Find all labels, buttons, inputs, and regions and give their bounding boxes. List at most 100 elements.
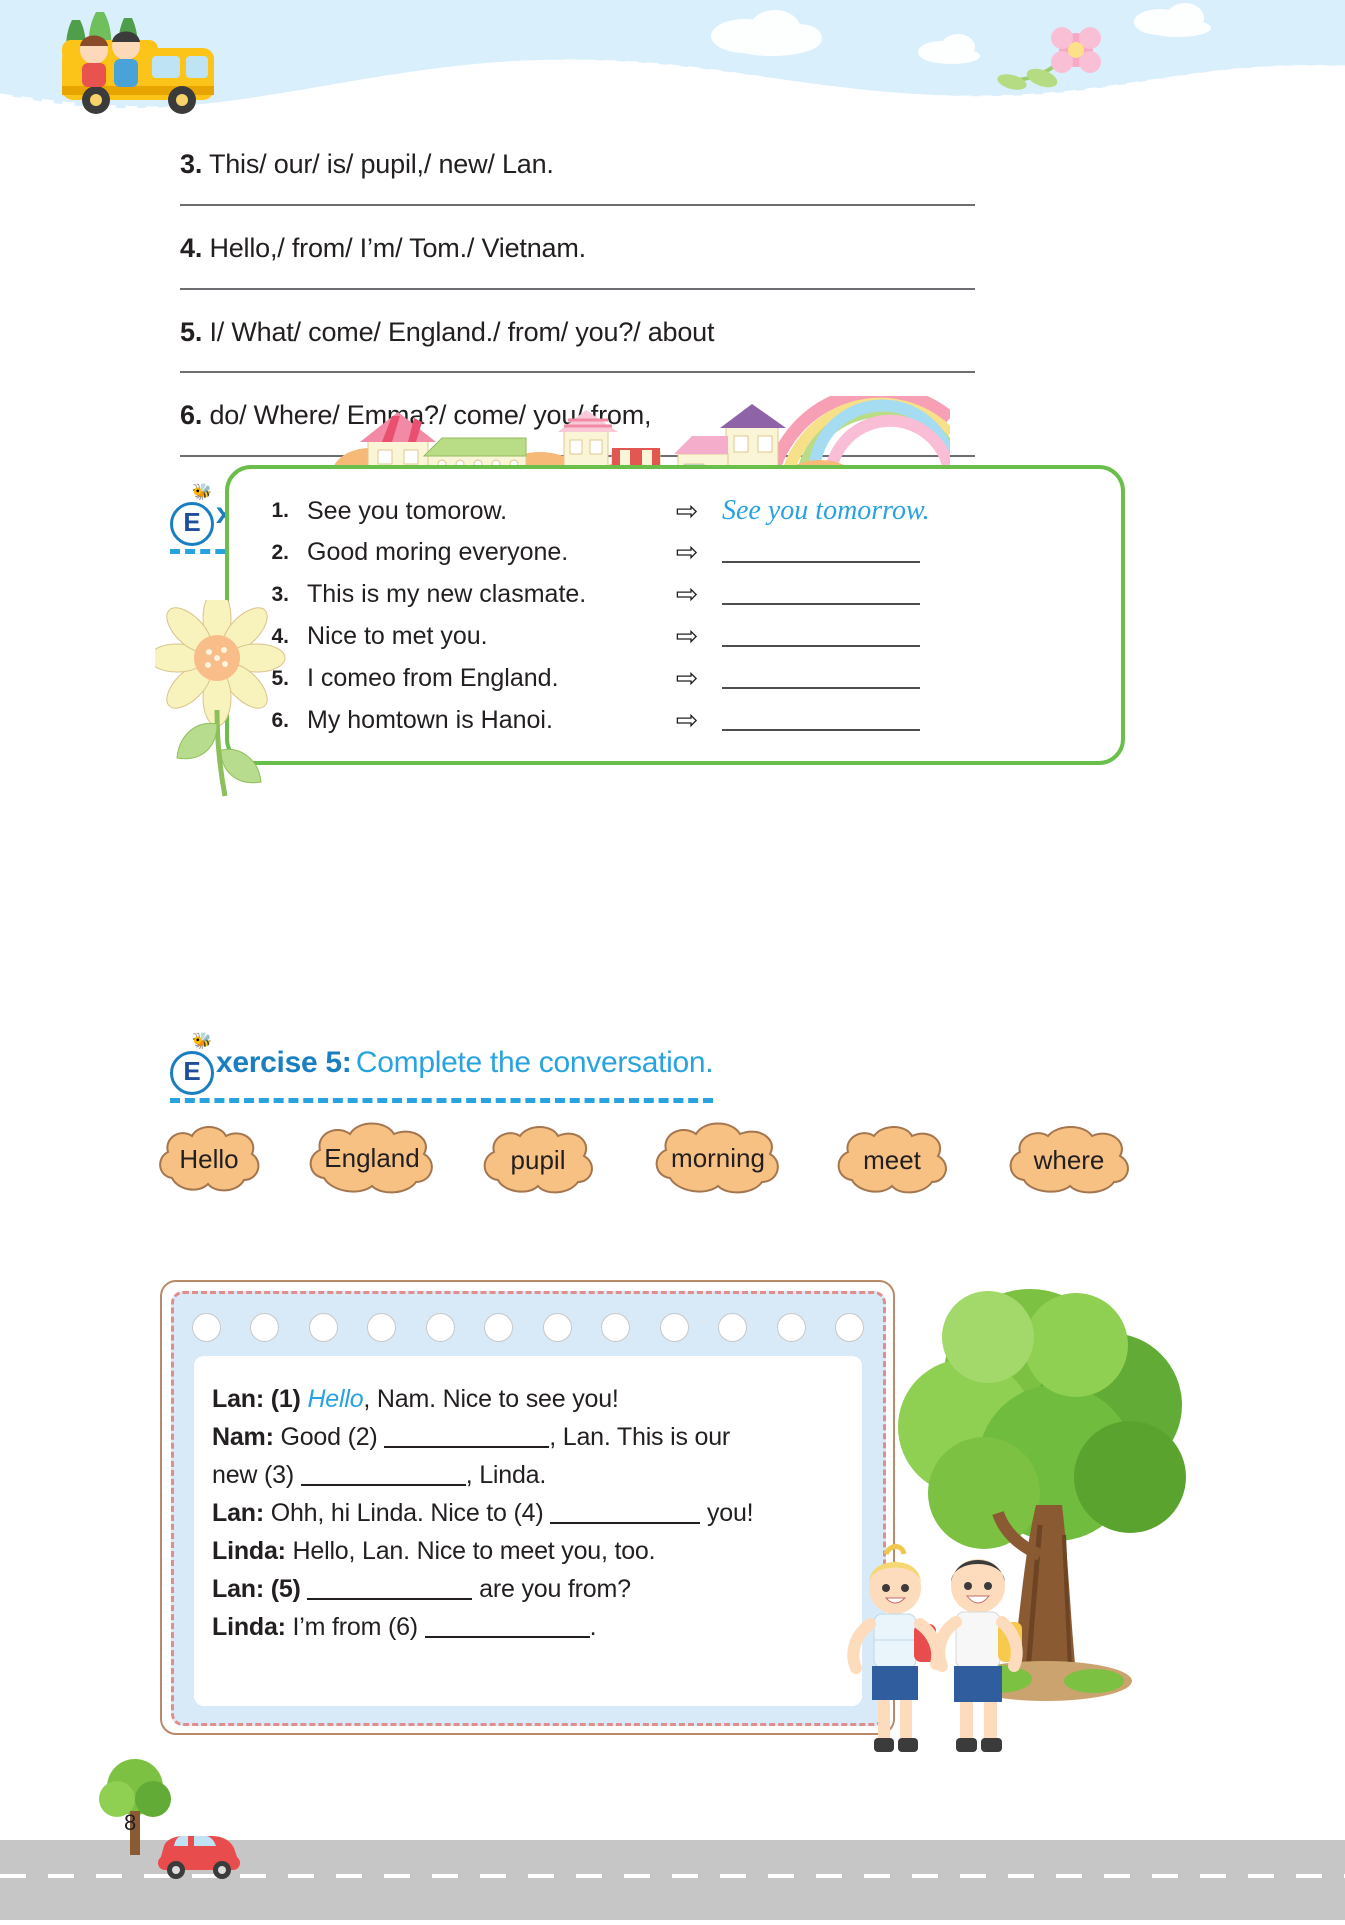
rearrange-item: 4. Hello,/ from/ I’m/ Tom./ Vietnam.: [180, 232, 1345, 266]
conversation-text: , Nam. Nice to see you!: [363, 1385, 619, 1413]
word-bubble-label: where: [1033, 1144, 1105, 1175]
conversation-text: , Lan. This is our: [549, 1423, 731, 1451]
rearrange-item: 3. This/ our/ is/ pupil,/ new/ Lan.: [180, 148, 1345, 182]
notebook-hole-icon: [367, 1312, 397, 1342]
mistake-row: 4. Nice to met you. ⇨: [249, 621, 920, 652]
mistake-row: 1. See you tomorow. ⇨ See you tomorrow.: [249, 495, 930, 527]
conversation-gap-number: (5): [263, 1575, 308, 1603]
conversation-blank[interactable]: [300, 1463, 466, 1486]
conversation-speaker: Linda:: [212, 1537, 286, 1565]
bee-icon: 🐝: [192, 484, 212, 501]
word-bubble[interactable]: meet: [828, 1120, 956, 1200]
mistake-row-sentence: This is my new clasmate.: [307, 580, 587, 608]
mistake-row-answer: See you tomorrow.: [722, 495, 930, 526]
conversation-speaker: Lan:: [212, 1385, 264, 1413]
notebook-hole-icon: [542, 1312, 572, 1342]
conversation-text: Ohh, hi Linda. Nice to (4): [263, 1499, 551, 1527]
conversation-blank[interactable]: [307, 1577, 473, 1600]
word-bubble[interactable]: pupil: [474, 1120, 602, 1200]
word-bubble-label: England: [324, 1142, 420, 1173]
conversation-blank[interactable]: [384, 1425, 550, 1448]
answer-line[interactable]: [180, 287, 975, 290]
conversation-gap-number: (1): [263, 1385, 308, 1413]
conversation-text: you!: [700, 1499, 754, 1527]
notebook-hole-icon: [601, 1312, 631, 1342]
heading-underline: [170, 1093, 714, 1103]
conversation-line: new (3) , Linda.: [212, 1456, 844, 1494]
rearrange-item-text: Hello,/ from/ I’m/ Tom./ Vietnam.: [209, 232, 586, 263]
conversation-text: are you from?: [472, 1575, 631, 1603]
bee-icon: 🐝: [192, 1033, 212, 1050]
conversation-paper: Lan: (1) Hello, Nam. Nice to see you! Na…: [194, 1356, 862, 1706]
conversation-line: Linda: I’m from (6) .: [212, 1608, 844, 1646]
mistake-row: 2. Good moring everyone. ⇨: [249, 537, 920, 568]
conversation-blank[interactable]: [424, 1615, 590, 1638]
mistake-row-number: 2.: [271, 540, 289, 564]
conversation-text: Good (2): [273, 1423, 385, 1451]
exercise-badge-icon: E: [170, 502, 214, 546]
word-bubble-label: Hello: [179, 1143, 239, 1174]
rightwards-arrow-icon: ⇨: [675, 495, 699, 526]
rearrange-item-text: This/ our/ is/ pupil,/ new/ Lan.: [208, 149, 554, 179]
mistake-row: 3. This is my new clasmate. ⇨: [249, 579, 920, 610]
answer-line[interactable]: [180, 203, 975, 206]
rightwards-arrow-icon: ⇨: [675, 705, 699, 735]
notebook-hole-icon: [659, 1312, 689, 1342]
conversation-text: .: [589, 1613, 597, 1641]
exercise-5-section: 🐝 Exercise 5: Complete the conversation.: [0, 1033, 1345, 1109]
mistake-row: 6. My homtown is Hanoi. ⇨: [249, 705, 920, 736]
mistake-row: 5. I comeo from England. ⇨: [249, 663, 920, 694]
notebook-hole-icon: [250, 1312, 280, 1342]
rearrange-item-number: 5.: [180, 316, 203, 347]
exercise-5-label: xercise 5:: [216, 1046, 352, 1079]
exercise-4-answer-box: 1. See you tomorow. ⇨ See you tomorrow. …: [225, 465, 1125, 765]
notebook-hole-icon: [484, 1312, 514, 1342]
header-wave-graphic: [0, 0, 1345, 114]
mistake-row-sentence: Nice to met you.: [307, 622, 488, 650]
rightwards-arrow-icon: ⇨: [675, 537, 699, 567]
notebook-hole-icon: [425, 1312, 455, 1342]
mistake-row-answer-blank[interactable]: [722, 584, 920, 605]
conversation-line: Linda: Hello, Lan. Nice to meet you, too…: [212, 1532, 844, 1570]
girl-character: [847, 1544, 944, 1752]
rightwards-arrow-icon: ⇨: [675, 579, 699, 609]
answer-line[interactable]: [180, 371, 975, 374]
rearrange-item: 5. I/ What/ come/ England./ from/ you?/ …: [180, 316, 1345, 350]
word-bank: Hello England pupil morning meet where: [0, 1110, 1345, 1220]
word-bubble-label: meet: [863, 1144, 921, 1175]
conversation-text: Hello, Lan. Nice to meet you, too.: [285, 1537, 656, 1565]
conversation-text: new (3): [212, 1461, 301, 1489]
notebook-hole-icon: [192, 1312, 221, 1342]
word-bubble[interactable]: Hello: [150, 1120, 268, 1198]
notebook-holes: [192, 1310, 864, 1344]
conversation-blank[interactable]: [550, 1501, 701, 1524]
children-illustration: [820, 1540, 1050, 1770]
word-bubble-label: morning: [671, 1142, 765, 1173]
boy-character: [933, 1559, 1023, 1752]
footer-car-icon: [150, 1820, 250, 1880]
word-bubble-label: pupil: [510, 1144, 566, 1175]
conversation-line: Lan: Ohh, hi Linda. Nice to (4) you!: [212, 1494, 844, 1532]
flower-illustration: [148, 589, 305, 800]
conversation-line: Nam: Good (2) , Lan. This is our: [212, 1418, 844, 1456]
exercise-5-heading: 🐝 Exercise 5: Complete the conversation.: [170, 1033, 714, 1109]
notebook-inner-panel: Lan: (1) Hello, Nam. Nice to see you! Na…: [171, 1291, 886, 1726]
page-number: 8: [124, 1810, 137, 1835]
conversation-speaker: Linda:: [212, 1613, 286, 1641]
mistake-row-answer-blank[interactable]: [722, 710, 920, 731]
notebook-hole-icon: [718, 1312, 748, 1342]
conversation-speaker: Lan:: [212, 1575, 264, 1603]
mistake-row-answer-blank[interactable]: [722, 668, 920, 689]
word-bubble[interactable]: morning: [644, 1116, 792, 1200]
notebook-hole-icon: [308, 1312, 338, 1342]
mistake-row-sentence: I comeo from England.: [307, 664, 559, 692]
rightwards-arrow-icon: ⇨: [675, 663, 699, 693]
word-bubble[interactable]: where: [1000, 1120, 1138, 1200]
notebook-hole-icon: [834, 1312, 864, 1342]
conversation-line: Lan: (5) are you from?: [212, 1570, 844, 1608]
page-header-banner: [0, 0, 1345, 148]
rearrange-item-number: 6.: [180, 400, 203, 431]
mistake-row-answer-blank[interactable]: [722, 626, 920, 647]
word-bubble[interactable]: England: [298, 1116, 446, 1200]
mistake-row-answer-blank[interactable]: [722, 542, 920, 563]
